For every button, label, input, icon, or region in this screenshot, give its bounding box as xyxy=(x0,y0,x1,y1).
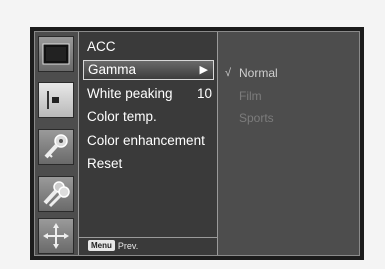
move-category-button[interactable] xyxy=(38,218,74,254)
option-label: Film xyxy=(239,89,262,103)
option-label: Normal xyxy=(239,66,278,80)
osd-screen: ACC Gamma ▶ White peaking 10 Color temp.… xyxy=(34,31,360,256)
prev-hint: Prev. xyxy=(117,241,139,251)
move-icon xyxy=(43,223,69,249)
menu-item-color-temp[interactable]: Color temp. xyxy=(83,107,214,127)
submenu-arrow-icon: ▶ xyxy=(199,64,208,76)
menu-item-acc[interactable]: ACC xyxy=(83,37,214,57)
category-icon-column xyxy=(35,32,77,255)
check-icon: √ xyxy=(225,67,232,79)
menu-item-value: 10 xyxy=(196,86,212,101)
gamma-option-sports[interactable]: Sports xyxy=(239,110,274,126)
picture-icon xyxy=(47,91,59,109)
menu-item-gamma[interactable]: Gamma ▶ xyxy=(83,60,214,80)
menu-key-badge[interactable]: Menu xyxy=(88,240,115,251)
keys-icon xyxy=(43,181,70,208)
screen-icon xyxy=(42,43,70,65)
menu-item-reset[interactable]: Reset xyxy=(83,154,214,174)
menu-item-color-enhancement[interactable]: Color enhancement xyxy=(83,131,214,151)
option-label: Sports xyxy=(239,111,274,125)
menu-item-label: Gamma xyxy=(88,62,137,77)
picture-menu-panel: ACC Gamma ▶ White peaking 10 Color temp.… xyxy=(78,32,218,255)
menu-item-label: White peaking xyxy=(87,86,173,101)
keys-category-button[interactable] xyxy=(38,176,74,212)
picture-category-button[interactable] xyxy=(38,82,74,118)
menu-item-label: Color enhancement xyxy=(87,133,205,148)
screen-category-button[interactable] xyxy=(38,36,74,72)
gamma-option-normal[interactable]: √ Normal xyxy=(225,65,278,81)
key-icon xyxy=(44,134,68,159)
gamma-option-film[interactable]: Film xyxy=(239,88,262,104)
menu-item-label: Color temp. xyxy=(87,109,157,124)
menu-item-white-peaking[interactable]: White peaking 10 xyxy=(83,84,214,104)
menu-item-label: ACC xyxy=(87,39,116,54)
menu-item-label: Reset xyxy=(87,156,123,171)
menu-footer: Menu Prev. xyxy=(79,237,217,255)
lock-category-button[interactable] xyxy=(38,129,74,165)
